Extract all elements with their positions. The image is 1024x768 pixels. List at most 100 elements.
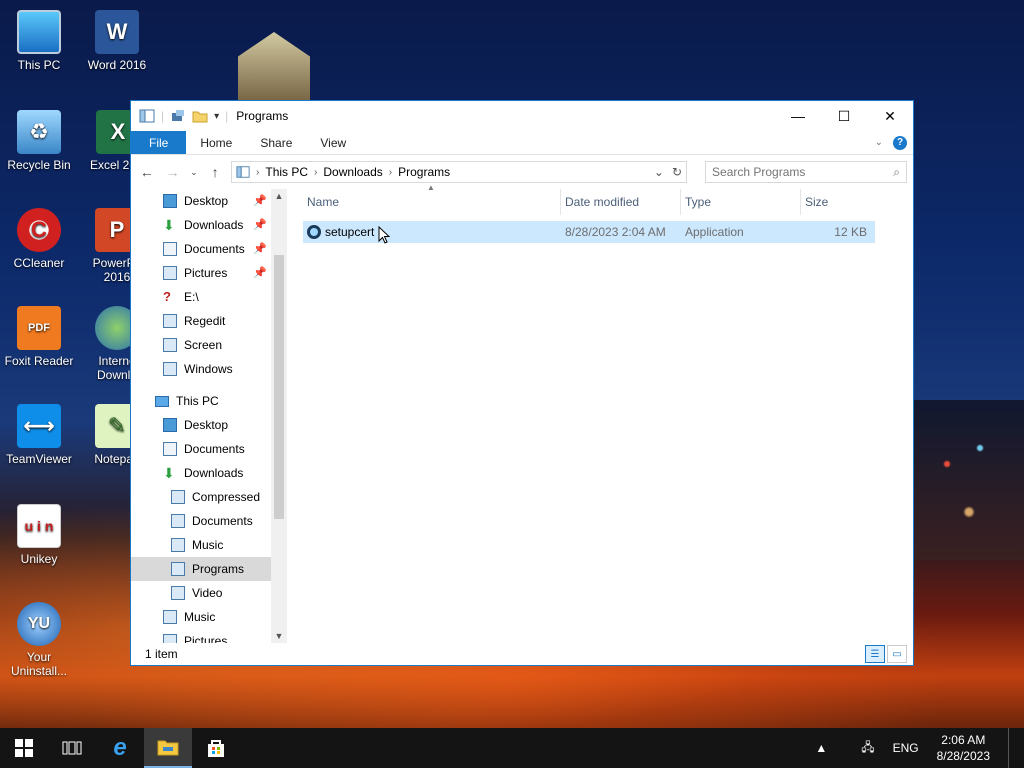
nav-item-programs[interactable]: Programs <box>131 557 271 581</box>
tab-file[interactable]: File <box>131 131 187 154</box>
nav-item-e-drive[interactable]: ? E:\ <box>131 285 271 309</box>
refresh-icon[interactable]: ↻ <box>672 165 682 179</box>
tab-view[interactable]: View <box>306 131 360 154</box>
pin-icon[interactable]: 📌 <box>253 194 267 207</box>
desktop-icon-word[interactable]: W Word 2016 <box>78 10 156 72</box>
desktop-icon-this-pc[interactable]: This PC <box>0 10 78 72</box>
file-list: ▲ Name Date modified Type Size setupcert… <box>303 183 913 643</box>
nav-item-pc-documents[interactable]: Documents <box>131 437 271 461</box>
chevron-right-icon[interactable]: › <box>256 167 259 178</box>
large-icons-view-button[interactable]: ▭ <box>887 645 907 663</box>
minimize-button[interactable]: — <box>775 101 821 131</box>
taskbar-internet-explorer[interactable]: e <box>96 728 144 768</box>
nav-scrollbar[interactable]: ▲ ▼ <box>271 189 287 643</box>
nav-item-regedit[interactable]: Regedit <box>131 309 271 333</box>
maximize-button[interactable]: ☐ <box>821 101 867 131</box>
nav-item-windows[interactable]: Windows <box>131 357 271 381</box>
nav-item-label: E:\ <box>184 290 199 304</box>
back-button[interactable]: ← <box>137 164 157 180</box>
pin-icon[interactable]: 📌 <box>253 242 267 255</box>
item-count: 1 item <box>145 647 178 661</box>
nav-item-video[interactable]: Video <box>131 581 271 605</box>
separator: | <box>225 109 229 123</box>
tab-share[interactable]: Share <box>246 131 306 154</box>
nav-item-music[interactable]: Music <box>131 533 271 557</box>
chevron-right-icon[interactable]: › <box>389 167 392 178</box>
nav-item-sub-documents[interactable]: Documents <box>131 509 271 533</box>
nav-item-compressed[interactable]: Compressed <box>131 485 271 509</box>
new-folder-icon[interactable] <box>192 108 208 124</box>
desktop-icon-recycle-bin[interactable]: ♻ Recycle Bin <box>0 110 78 172</box>
scroll-down-icon[interactable]: ▼ <box>271 631 287 641</box>
nav-item-pc-pictures[interactable]: Pictures <box>131 629 271 643</box>
search-box[interactable]: ⌕ <box>705 161 908 183</box>
scroll-up-icon[interactable]: ▲ <box>271 191 287 201</box>
forward-button[interactable]: → <box>163 164 183 180</box>
breadcrumb-this-pc[interactable]: This PC <box>265 165 308 179</box>
wallpaper-tower <box>238 32 310 102</box>
details-view-button[interactable]: ☰ <box>865 645 885 663</box>
language-indicator[interactable]: ENG <box>893 741 919 755</box>
tab-home[interactable]: Home <box>186 131 246 154</box>
explorer-window[interactable]: | ▾ | Programs — ☐ ✕ File Home Share Vie… <box>130 100 914 666</box>
breadcrumb-programs[interactable]: Programs <box>398 165 450 179</box>
word-icon: W <box>95 10 139 54</box>
clock-date: 8/28/2023 <box>936 749 990 763</box>
file-explorer-icon <box>157 740 179 756</box>
file-name: setupcert <box>325 225 375 239</box>
nav-item-pictures[interactable]: Pictures 📌 <box>131 261 271 285</box>
desktop-icon-teamviewer[interactable]: ⟷ TeamViewer <box>0 404 78 466</box>
search-icon[interactable]: ⌕ <box>893 165 900 180</box>
title-bar[interactable]: | ▾ | Programs — ☐ ✕ <box>131 101 913 131</box>
help-icon[interactable]: ? <box>893 135 907 150</box>
nav-item-pc-desktop[interactable]: Desktop <box>131 413 271 437</box>
network-icon[interactable]: 🖧 <box>861 738 874 759</box>
chevron-right-icon[interactable]: › <box>314 167 317 178</box>
desktop-icon-your-uninstaller[interactable]: YU Your Uninstall... <box>0 602 78 678</box>
breadcrumb-downloads[interactable]: Downloads <box>323 165 382 179</box>
address-bar[interactable]: › This PC › Downloads › Programs ⌄ ↻ <box>231 161 688 183</box>
properties-icon[interactable] <box>170 108 186 124</box>
search-input[interactable] <box>712 165 894 179</box>
desktop-icon-foxit[interactable]: PDF Foxit Reader <box>0 306 78 368</box>
desktop-icon-ccleaner[interactable]: C CCleaner <box>0 208 78 270</box>
nav-item-label: Music <box>184 610 216 624</box>
column-header-size[interactable]: Size <box>801 189 875 215</box>
pin-icon[interactable]: 📌 <box>253 266 267 279</box>
recent-locations-icon[interactable]: ⌄ <box>189 167 200 178</box>
column-header-name[interactable]: Name <box>303 189 561 215</box>
column-header-type[interactable]: Type <box>681 189 801 215</box>
desktop-icon-unikey[interactable]: u i n Unikey <box>0 504 78 566</box>
nav-item-screen[interactable]: Screen <box>131 333 271 357</box>
show-desktop-button[interactable] <box>1008 728 1014 768</box>
clock[interactable]: 2:06 AM 8/28/2023 <box>937 732 990 764</box>
documents-folder-icon <box>163 442 177 456</box>
taskbar: e ▲ 🖧 ENG 2:06 AM 8/28/2023 <box>0 728 1024 768</box>
nav-item-desktop[interactable]: Desktop 📌 <box>131 189 271 213</box>
start-button[interactable] <box>0 728 48 768</box>
desktop-icon-label: Word 2016 <box>87 58 147 72</box>
show-hidden-icons-icon[interactable]: ▲ <box>815 741 827 755</box>
taskbar-store[interactable] <box>192 728 240 768</box>
nav-item-pc-downloads[interactable]: ⬇ Downloads <box>131 461 271 485</box>
chevron-down-icon[interactable]: ⌄ <box>654 165 664 179</box>
nav-item-documents[interactable]: Documents 📌 <box>131 237 271 261</box>
pin-icon[interactable]: 📌 <box>253 218 267 231</box>
taskbar-file-explorer[interactable] <box>144 728 192 768</box>
task-view-button[interactable] <box>48 728 96 768</box>
nav-item-pc-music[interactable]: Music <box>131 605 271 629</box>
nav-item-this-pc[interactable]: This PC <box>131 389 271 413</box>
nav-item-label: Screen <box>184 338 223 352</box>
column-header-date[interactable]: Date modified <box>561 189 681 215</box>
quick-access-dropdown-icon[interactable]: ▾ <box>214 111 219 122</box>
folder-icon <box>163 314 177 328</box>
nav-item-downloads[interactable]: ⬇ Downloads 📌 <box>131 213 271 237</box>
nav-item-label: Pictures <box>184 634 228 643</box>
ribbon-tabs: File Home Share View ⌄ ? <box>131 131 913 155</box>
download-arrow-icon: ⬇ <box>163 217 175 233</box>
close-button[interactable]: ✕ <box>867 101 913 131</box>
scrollbar-thumb[interactable] <box>274 255 284 519</box>
nav-item-label: Desktop <box>184 194 229 208</box>
up-button[interactable]: ↑ <box>205 164 225 180</box>
expand-ribbon-icon[interactable]: ⌄ <box>875 137 883 148</box>
